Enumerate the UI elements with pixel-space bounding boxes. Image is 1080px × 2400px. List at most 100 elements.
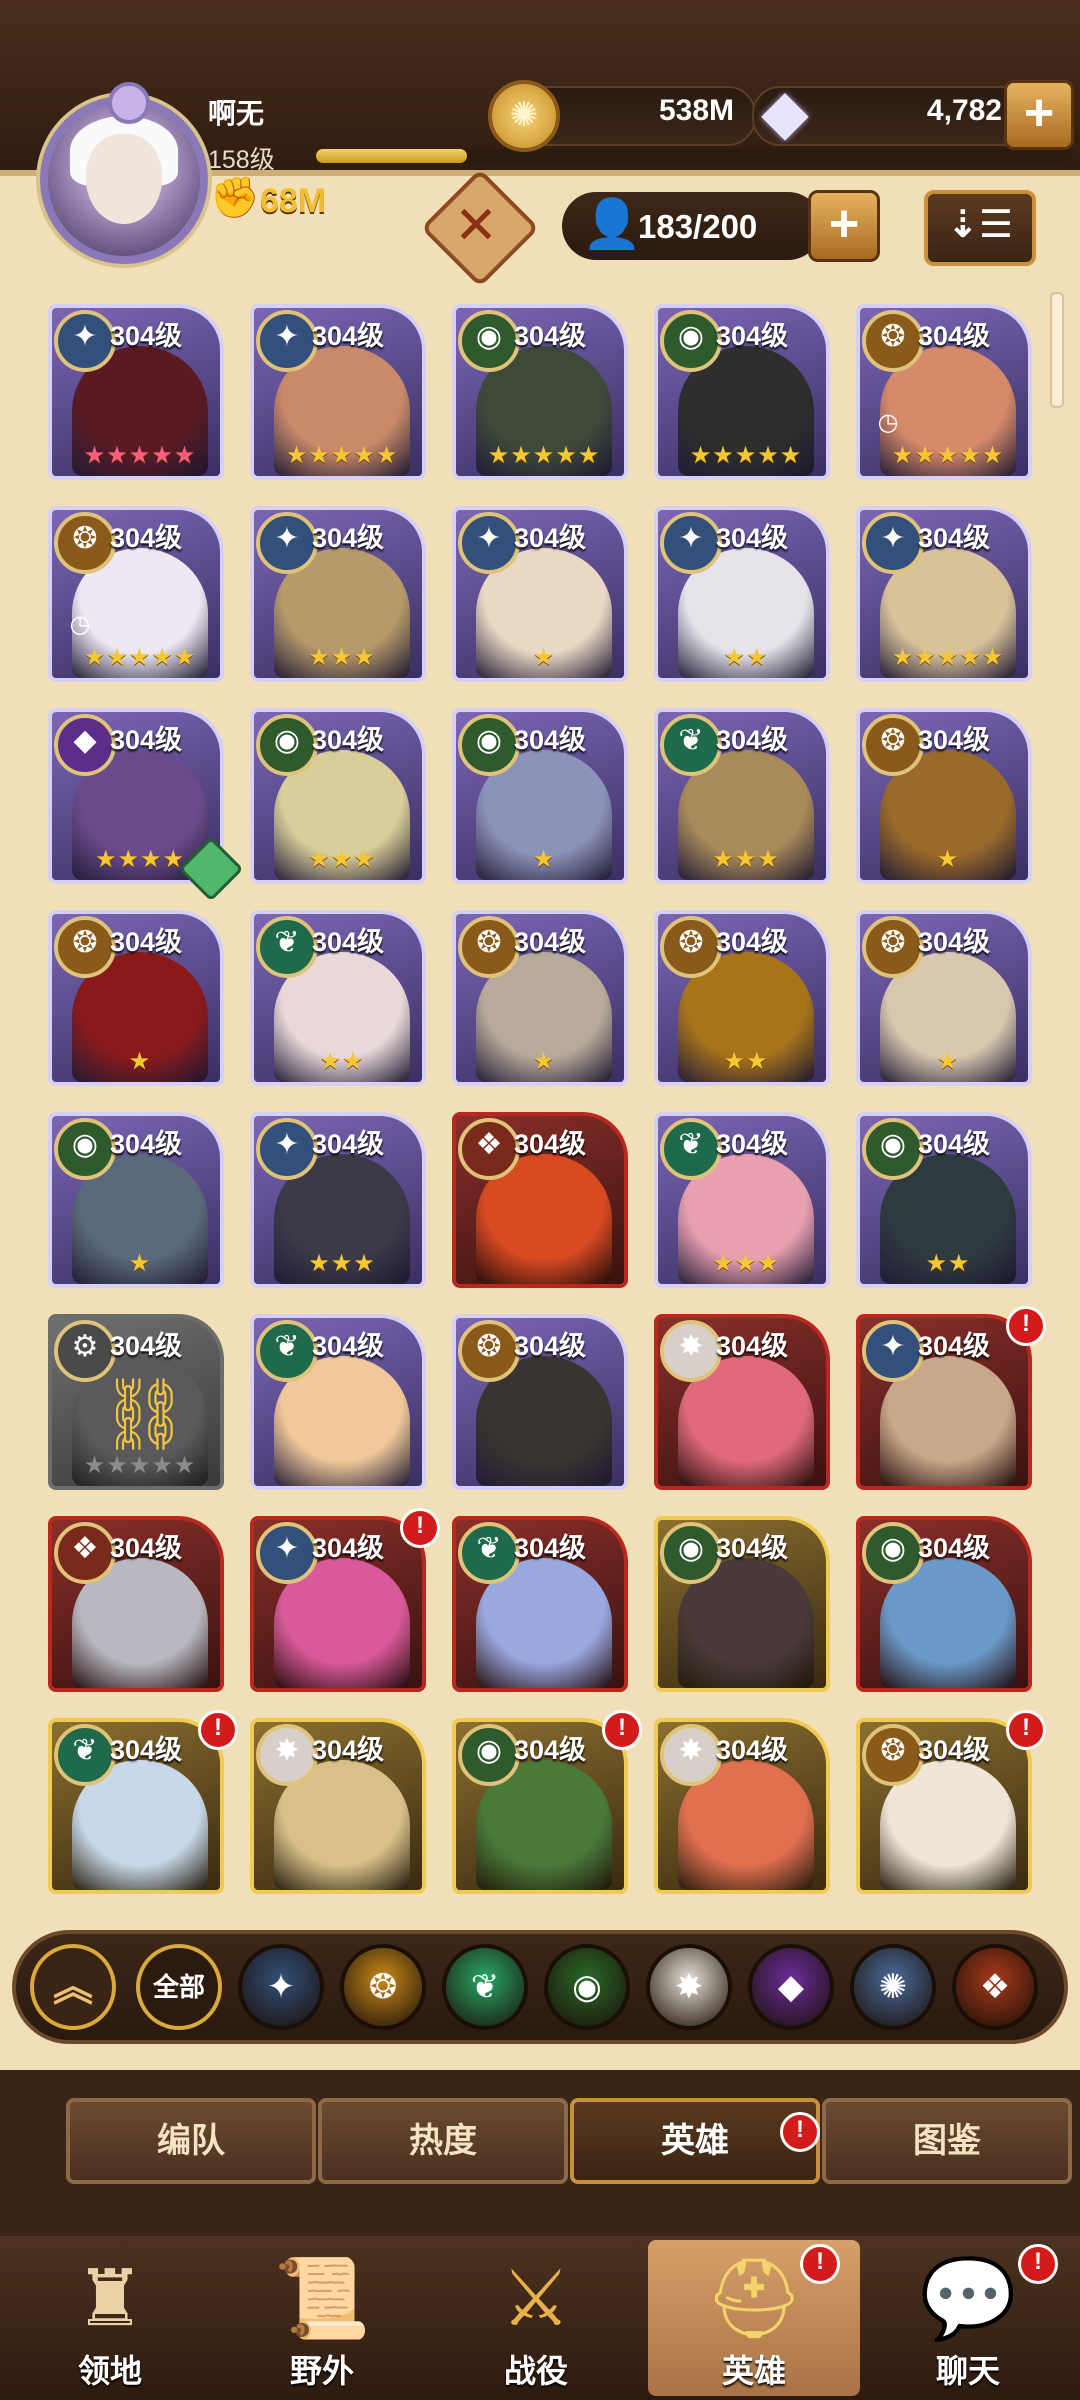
celestial-faction-icon: ✦: [256, 310, 318, 372]
nav-wild[interactable]: 📜 野外: [216, 2240, 428, 2396]
tab-formation[interactable]: 编队: [66, 2098, 316, 2184]
hero-stars: ★: [532, 644, 556, 671]
filter-hypogean-icon[interactable]: ◆: [748, 1944, 834, 2030]
hero-card[interactable]: ❖ 304级: [48, 1516, 224, 1692]
hero-card[interactable]: ✦ 304级 ★★: [654, 506, 830, 682]
hero-level: 304级: [312, 725, 385, 755]
hero-card[interactable]: ❂ 304级 ★: [856, 910, 1032, 1086]
hero-stars: ★★★★★: [83, 644, 197, 671]
nav-campaign[interactable]: ⚔ 战役: [430, 2240, 642, 2396]
mauler-faction-icon: ❦: [660, 714, 722, 776]
player-avatar[interactable]: [40, 82, 208, 264]
hero-level: 304级: [312, 1331, 385, 1361]
dimensional-faction-icon: ✸: [660, 1724, 722, 1786]
hero-card[interactable]: ❦ 304级: [48, 1718, 224, 1894]
lightbearer-faction-icon: ❂: [660, 916, 722, 978]
hero-card[interactable]: ◉ 304级: [654, 1516, 830, 1692]
hero-card[interactable]: ❦ 304级 ★★: [250, 910, 426, 1086]
hero-level: 304级: [514, 725, 587, 755]
clock-icon: ◷: [69, 611, 91, 638]
filter-mauler-icon[interactable]: ❦: [442, 1944, 528, 2030]
hero-level: 304级: [716, 927, 789, 957]
hero-card[interactable]: ✸ 304级: [654, 1718, 830, 1894]
hero-card[interactable]: ✸ 304级: [250, 1718, 426, 1894]
wilder-faction-icon: ◉: [256, 714, 318, 776]
filter-wilder-icon[interactable]: ◉: [544, 1944, 630, 2030]
collapse-filter-button[interactable]: ︽: [30, 1944, 116, 2030]
scrollbar[interactable]: [1050, 292, 1064, 408]
hero-card[interactable]: ◉ 304级 ★: [452, 708, 628, 884]
filter-graveborn-icon[interactable]: ❖: [952, 1944, 1038, 2030]
hero-level: 304级: [312, 523, 385, 553]
hero-card[interactable]: ❂ 304级 ★★★★★ ◷: [856, 304, 1032, 480]
hero-card[interactable]: ◉ 304级 ★★: [856, 1112, 1032, 1288]
hero-card[interactable]: ◉ 304级: [452, 1718, 628, 1894]
hero-stars: ★: [532, 846, 556, 873]
hero-card[interactable]: ✦ 304级 ★★★★★: [856, 506, 1032, 682]
hero-card[interactable]: ✦ 304级 ★★★★★: [250, 304, 426, 480]
hero-card[interactable]: ✦ 304级 ★★★★★: [48, 304, 224, 480]
lightbearer-faction-icon: ❂: [862, 1724, 924, 1786]
hero-card[interactable]: ◉ 304级 ★★★: [250, 708, 426, 884]
tab-popularity[interactable]: 热度: [318, 2098, 568, 2184]
chat-bubble-icon: 💬: [919, 2254, 1017, 2342]
hero-card[interactable]: ❂ 304级 ★: [48, 910, 224, 1086]
hero-alert-icon: !: [1006, 1710, 1046, 1750]
hero-card[interactable]: ❂ 304级 ★: [856, 708, 1032, 884]
filter-celestial-icon[interactable]: ✦: [238, 1944, 324, 2030]
hero-card[interactable]: ◉ 304级 ★: [48, 1112, 224, 1288]
hero-card[interactable]: ❖ 304级: [452, 1112, 628, 1288]
filter-graveborn-alt-icon[interactable]: ✺: [850, 1944, 936, 2030]
hero-level: 304级: [716, 1735, 789, 1765]
dimensional-faction-icon: ✸: [660, 1320, 722, 1382]
hero-card[interactable]: ❂ 304级: [452, 1314, 628, 1490]
player-level: 158级: [208, 146, 275, 174]
hero-card[interactable]: ⚙ 304级 ★★★★★ ⛓: [48, 1314, 224, 1490]
hero-card[interactable]: ❂ 304级: [856, 1718, 1032, 1894]
hero-card[interactable]: ✸ 304级: [654, 1314, 830, 1490]
nav-territory-label: 领地: [77, 2353, 142, 2389]
hero-level: 304级: [716, 321, 789, 351]
hero-alert-icon: !: [602, 1710, 642, 1750]
hero-stars: ★★: [319, 1048, 365, 1075]
hero-stars: ★★★★★: [285, 442, 399, 469]
filter-dimensional-icon[interactable]: ✸: [646, 1944, 732, 2030]
hero-card[interactable]: ✦ 304级 ★: [452, 506, 628, 682]
hero-stars: ★★★: [308, 846, 376, 873]
buy-gems-button[interactable]: +: [1004, 80, 1074, 150]
fist-icon: ✊: [210, 176, 260, 220]
hero-stars: ★★: [925, 1250, 971, 1277]
hero-card[interactable]: ✦ 304级: [250, 1516, 426, 1692]
graveborn-faction-icon: ❖: [54, 1522, 116, 1584]
hero-card[interactable]: ❦ 304级: [452, 1516, 628, 1692]
hero-card[interactable]: ◉ 304级: [856, 1516, 1032, 1692]
person-icon: 👤: [582, 198, 642, 251]
sort-button[interactable]: ⇣☰: [924, 190, 1036, 266]
hero-stars: ★★★: [308, 1250, 376, 1277]
hero-level: 304级: [110, 927, 183, 957]
nav-territory[interactable]: ♜ 领地: [4, 2240, 216, 2396]
filter-all-button[interactable]: 全部: [136, 1944, 222, 2030]
wilder-faction-icon: ◉: [862, 1118, 924, 1180]
faction-emblem-icon[interactable]: ✕: [420, 168, 540, 288]
filter-lightbearer-icon[interactable]: ❂: [340, 1944, 426, 2030]
hero-card[interactable]: ❂ 304级 ★★★★★ ◷: [48, 506, 224, 682]
hero-card[interactable]: ◉ 304级 ★★★★★: [452, 304, 628, 480]
hero-stars: ★★: [723, 1048, 769, 1075]
hero-card[interactable]: ✦ 304级 ★★★: [250, 1112, 426, 1288]
hero-level: 304级: [110, 321, 183, 351]
tab-codex[interactable]: 图鉴: [822, 2098, 1072, 2184]
hero-stars: ★: [936, 846, 960, 873]
hero-card[interactable]: ❦ 304级 ★★★: [654, 1112, 830, 1288]
hero-card[interactable]: ✦ 304级 ★★★: [250, 506, 426, 682]
lightbearer-faction-icon: ❂: [862, 916, 924, 978]
hero-card[interactable]: ❦ 304级 ★★★: [654, 708, 830, 884]
hero-card[interactable]: ❦ 304级: [250, 1314, 426, 1490]
hero-card[interactable]: ✦ 304级: [856, 1314, 1032, 1490]
hero-card[interactable]: ❂ 304级 ★: [452, 910, 628, 1086]
celestial-faction-icon: ✦: [256, 1118, 318, 1180]
expand-roster-button[interactable]: +: [808, 190, 880, 262]
hero-stars: ★★★★★: [83, 1452, 197, 1479]
hero-card[interactable]: ◉ 304级 ★★★★★: [654, 304, 830, 480]
hero-card[interactable]: ❂ 304级 ★★: [654, 910, 830, 1086]
